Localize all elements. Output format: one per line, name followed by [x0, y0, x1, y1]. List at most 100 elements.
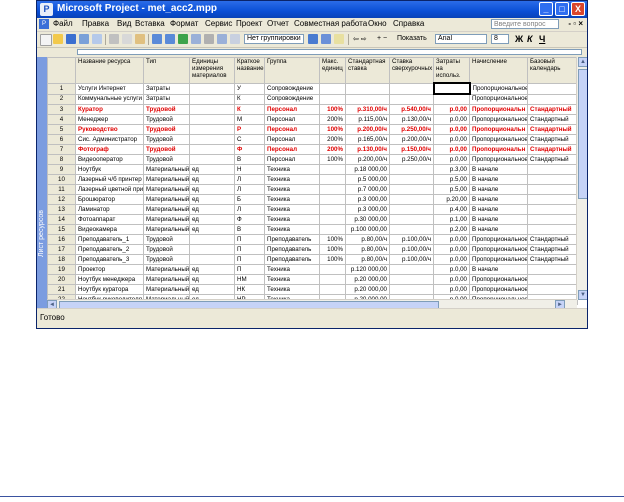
- paste-icon[interactable]: [135, 34, 145, 44]
- cell-group[interactable]: Техника: [264, 284, 320, 295]
- cell-ovt[interactable]: р.540,00/ч: [389, 104, 434, 115]
- unlink-icon[interactable]: [191, 34, 201, 44]
- cell-name[interactable]: Преподаватель_3: [75, 254, 144, 265]
- maximize-button[interactable]: □: [555, 2, 569, 16]
- table-row[interactable]: 19 Проектор Материальный ед П Техника р.120 00…: [47, 264, 578, 275]
- vertical-scrollbar[interactable]: ▲ ▼: [576, 57, 587, 300]
- cell-cost[interactable]: р.0,00: [433, 264, 470, 275]
- cell-short[interactable]: Н: [234, 164, 265, 175]
- cell-cost[interactable]: р.5,00: [433, 184, 470, 195]
- cell-cost[interactable]: р.20,00: [433, 194, 470, 205]
- cell-group[interactable]: Персонал: [264, 144, 320, 155]
- cell-max[interactable]: 200%: [319, 134, 346, 145]
- cell-name[interactable]: Ноутбук: [75, 164, 144, 175]
- cell-unit[interactable]: ед: [189, 194, 235, 205]
- table-row[interactable]: 11Лазерный цветной принтеМатериальныйедЛ…: [47, 184, 578, 195]
- table-row[interactable]: 13 Ламинатор Материальный ед Л Техника р.3 000…: [47, 204, 578, 215]
- notes-icon[interactable]: [230, 34, 240, 44]
- cell-std[interactable]: р.130,00/ч: [345, 144, 390, 155]
- table-row[interactable]: 17 Преподаватель_2 Трудовой П Преподаватель 1…: [47, 244, 578, 255]
- document-window-controls[interactable]: - ▫ ×: [568, 19, 583, 28]
- cell-group[interactable]: Техника: [264, 274, 320, 285]
- scroll-up-icon[interactable]: ▲: [578, 57, 587, 67]
- cell-cal[interactable]: [527, 184, 578, 195]
- row-number[interactable]: 19: [47, 264, 76, 275]
- cell-std[interactable]: р.80,00/ч: [345, 234, 390, 245]
- row-number[interactable]: 1: [47, 82, 76, 95]
- row-number[interactable]: 16: [47, 234, 76, 245]
- cell-max[interactable]: [319, 284, 346, 295]
- cell-accrue[interactable]: Пропорциональное: [469, 114, 528, 125]
- cell-type[interactable]: Трудовой: [143, 244, 190, 255]
- cell-group[interactable]: Персонал: [264, 154, 320, 165]
- cell-accrue[interactable]: Пропорциональное: [469, 93, 528, 105]
- cell-accrue[interactable]: В начале: [469, 204, 528, 215]
- cell-ovt[interactable]: [389, 194, 434, 205]
- copy-icon[interactable]: [122, 34, 132, 44]
- undo-icon[interactable]: [152, 34, 162, 44]
- table-row[interactable]: 9 Ноутбук Материальный ед Н Техника р.18 000,0…: [47, 164, 578, 175]
- cell-short[interactable]: У: [234, 82, 265, 95]
- cell-unit[interactable]: [189, 124, 235, 135]
- cell-ovt[interactable]: [389, 164, 434, 175]
- redo-icon[interactable]: [165, 34, 175, 44]
- row-number[interactable]: 20: [47, 274, 76, 285]
- cell-std[interactable]: р.115,00/ч: [345, 114, 390, 125]
- cell-ovt[interactable]: [389, 224, 434, 235]
- cell-name[interactable]: Услуги Интернет: [75, 82, 144, 95]
- cell-ovt[interactable]: [389, 93, 434, 105]
- cell-max[interactable]: [319, 204, 346, 215]
- print-icon[interactable]: [79, 34, 89, 44]
- cell-short[interactable]: Р: [234, 124, 265, 135]
- menu-collaborate[interactable]: Совместная работа: [294, 19, 367, 28]
- cell-ovt[interactable]: [389, 184, 434, 195]
- cell-unit[interactable]: [189, 244, 235, 255]
- cell-accrue[interactable]: Пропорциональное: [469, 134, 528, 145]
- cell-short[interactable]: С: [234, 134, 265, 145]
- table-row[interactable]: 8 Видеооператор Трудовой В Персонал 100% р.200…: [47, 154, 578, 165]
- cell-short[interactable]: П: [234, 254, 265, 265]
- cell-accrue[interactable]: В начале: [469, 164, 528, 175]
- task-info-icon[interactable]: [217, 34, 227, 44]
- cell-name[interactable]: Фотоаппарат: [75, 214, 144, 225]
- cell-cost[interactable]: р.4,00: [433, 204, 470, 215]
- cell-type[interactable]: Материальный: [143, 194, 190, 205]
- cell-type[interactable]: Трудовой: [143, 124, 190, 135]
- cell-max[interactable]: [319, 93, 346, 105]
- table-row[interactable]: 12 Брошюратор Материальный ед Б Техника р.3 00…: [47, 194, 578, 205]
- cell-unit[interactable]: [189, 234, 235, 245]
- cell-group[interactable]: Преподаватель: [264, 234, 320, 245]
- cell-max[interactable]: [319, 274, 346, 285]
- cell-type[interactable]: Материальный: [143, 174, 190, 185]
- cell-name[interactable]: Ноутбук менеджера: [75, 274, 144, 285]
- row-number[interactable]: 11: [47, 184, 76, 195]
- entry-field[interactable]: [77, 49, 582, 55]
- table-row[interactable]: 18 Преподаватель_3 Трудовой П Преподаватель 1…: [47, 254, 578, 265]
- menu-edit[interactable]: Правка: [82, 19, 109, 28]
- cell-name[interactable]: Коммунальные услуги: [75, 93, 144, 105]
- cell-group[interactable]: Персонал: [264, 104, 320, 115]
- cell-unit[interactable]: ед: [189, 164, 235, 175]
- column-header[interactable]: Краткое название: [234, 57, 265, 84]
- cell-max[interactable]: [319, 82, 346, 95]
- cell-type[interactable]: Материальный: [143, 204, 190, 215]
- column-header[interactable]: Тип: [143, 57, 190, 84]
- cell-cost[interactable]: р.3,00: [433, 164, 470, 175]
- zoom-icon[interactable]: [308, 34, 318, 44]
- table-row[interactable]: 1 Услуги Интернет Затраты У Сопровождение Про…: [47, 82, 578, 95]
- underline-button[interactable]: Ч: [539, 34, 545, 44]
- cell-cost[interactable]: р.0,00: [433, 124, 470, 135]
- font-size-dropdown[interactable]: 8: [491, 34, 509, 44]
- cell-ovt[interactable]: р.100,00/ч: [389, 234, 434, 245]
- cell-accrue[interactable]: Пропорциональное: [469, 234, 528, 245]
- cell-std[interactable]: р.200,00/ч: [345, 124, 390, 135]
- cell-cost[interactable]: р.5,00: [433, 174, 470, 185]
- help-search-input[interactable]: Введите вопрос: [491, 19, 559, 29]
- cell-accrue[interactable]: Пропорциональное: [469, 254, 528, 265]
- cell-unit[interactable]: ед: [189, 204, 235, 215]
- menu-view[interactable]: Вид: [117, 19, 131, 28]
- cell-std[interactable]: р.120 000,00: [345, 264, 390, 275]
- cell-name[interactable]: Преподаватель_2: [75, 244, 144, 255]
- cell-accrue[interactable]: Пропорциональн: [469, 124, 528, 135]
- row-number[interactable]: 4: [47, 114, 76, 125]
